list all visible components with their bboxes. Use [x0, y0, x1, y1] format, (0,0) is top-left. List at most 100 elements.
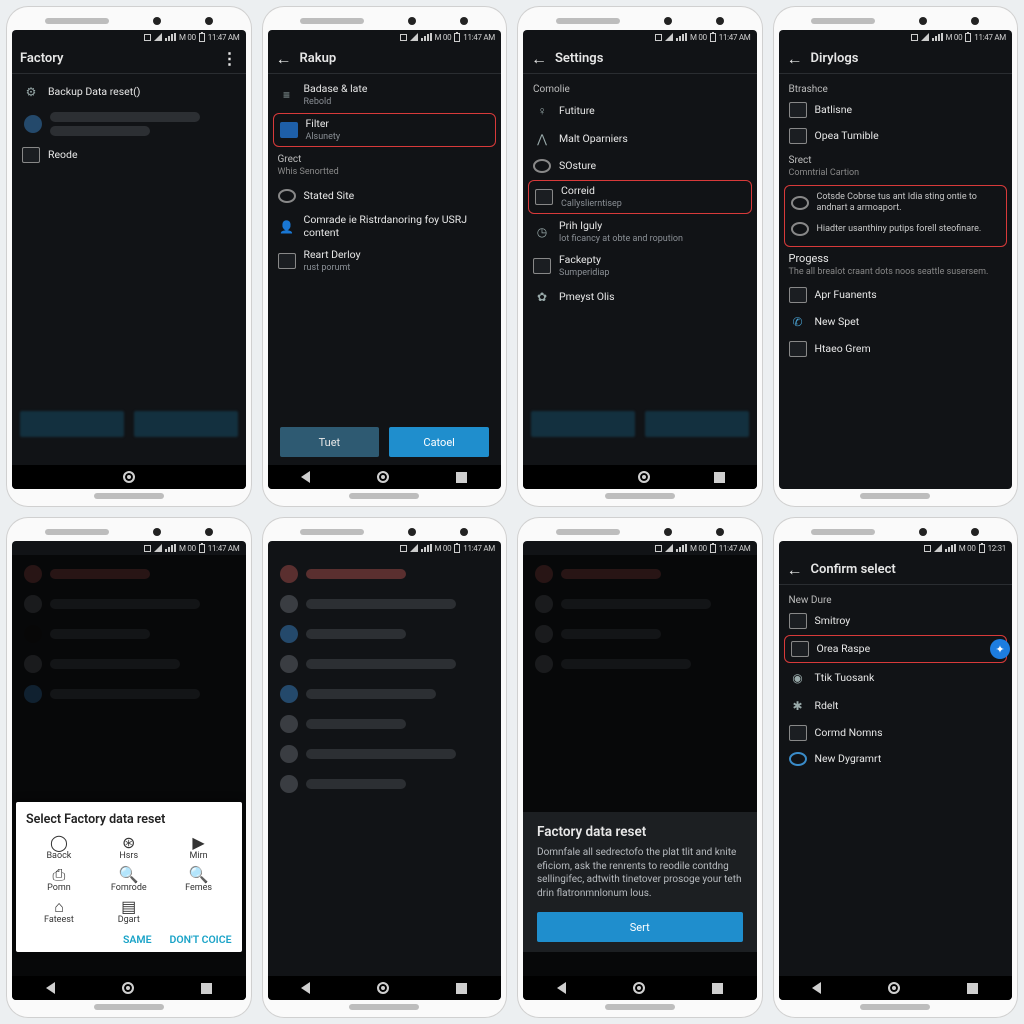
nav-home-icon[interactable]	[888, 982, 900, 994]
row-cormd-nomns[interactable]: Cormd Nomns	[779, 720, 1013, 746]
row-smitroy[interactable]: Smitroy	[779, 608, 1013, 634]
row-reode[interactable]: Reode	[12, 142, 246, 168]
row-ttik-tuosank[interactable]: ◉Ttik Tuosank	[779, 664, 1013, 692]
sheet-option-0[interactable]: ◯Baock	[26, 835, 92, 861]
doc-icon	[789, 128, 807, 144]
nav-recent-icon[interactable]	[456, 472, 467, 483]
nav-recent-icon[interactable]	[967, 983, 978, 994]
row-stated-site[interactable]: Stated Site	[268, 183, 502, 209]
nav-bar	[12, 465, 246, 489]
signal-icon	[154, 33, 162, 41]
star-icon: ✱	[789, 697, 807, 715]
nav-back-icon[interactable]	[557, 982, 566, 994]
row-malt-oparniers[interactable]: ⋀Malt Oparniers	[523, 125, 757, 153]
row-menu[interactable]: ≡ Badase & lateRebold	[268, 78, 502, 112]
phone-8: M 0012:31 ← Confirm select New Dure Smit…	[773, 517, 1019, 1018]
back-icon[interactable]: ←	[787, 51, 803, 67]
pin-icon: ◉	[789, 669, 807, 687]
section-grect: Grect	[268, 148, 502, 167]
nav-home-icon[interactable]	[123, 471, 135, 483]
radio-icon	[791, 222, 809, 236]
row-htaeo-grem[interactable]: Htaeo Grem	[779, 336, 1013, 362]
sheet-title: Factory data reset	[537, 824, 743, 840]
row-orea-raspe-highlight[interactable]: Orea Raspe ✦	[785, 636, 1007, 662]
row-rdelt[interactable]: ✱Rdelt	[779, 692, 1013, 720]
nav-recent-icon[interactable]	[201, 983, 212, 994]
row-futiture[interactable]: ♀Futiture	[523, 97, 757, 125]
app-icon	[280, 122, 298, 138]
back-icon[interactable]: ←	[787, 562, 803, 578]
row-fackepty[interactable]: FackeptySumperidiap	[523, 249, 757, 283]
sim-icon	[400, 34, 407, 41]
nav-recent-icon[interactable]	[456, 983, 467, 994]
row-batlisne[interactable]: Batlisne	[779, 97, 1013, 123]
back-icon[interactable]: ←	[531, 51, 547, 67]
sheet-option-icon: 🔍	[96, 867, 162, 883]
nav-home-icon[interactable]	[122, 982, 134, 994]
sheet-option-3[interactable]: ⎙Pomn	[26, 867, 92, 893]
progress-heading: Progess	[789, 252, 1003, 265]
sheet-option-label: Fateest	[26, 915, 92, 925]
sheet-option-7[interactable]: ▤Dgart	[96, 899, 162, 925]
row-correid-highlight[interactable]: CorreidCallyslierntisep	[529, 181, 751, 213]
nav-back-icon[interactable]	[301, 471, 310, 483]
nav-home-icon[interactable]	[638, 471, 650, 483]
sheet-action-same[interactable]: SAME	[123, 933, 152, 946]
row-comrade[interactable]: 👤 Comrade ie Ristrdanoring foy USRJ cont…	[268, 209, 502, 244]
nav-home-icon[interactable]	[377, 982, 389, 994]
back-icon[interactable]: ←	[276, 51, 292, 67]
sheet-option-4[interactable]: 🔍Fomrode	[96, 867, 162, 893]
row-new-dygramrt[interactable]: New Dygramrt	[779, 746, 1013, 772]
row-backup-data-reset[interactable]: ⚙ Backup Data reset()	[12, 78, 246, 106]
phone-4: M 0011:47 AM ← Dirylogs Btrashce Batlisn…	[773, 6, 1019, 507]
phone-7: M 0011:47 AM Factory data reset Domnfale…	[517, 517, 763, 1018]
radio-option-2[interactable]: Hiadter usanthiny putips forell steofina…	[791, 216, 1001, 242]
sheet-option-6[interactable]: ⌂Fateest	[26, 899, 92, 925]
nav-back-icon[interactable]	[301, 982, 310, 994]
pointer-badge-icon: ✦	[990, 639, 1010, 659]
status-bar: M 0011:47 AM	[523, 30, 757, 44]
radio-option-1[interactable]: Cotsde Cobrse tus ant Idia sting ontie t…	[791, 190, 1001, 216]
sheet-option-label: Fomrode	[96, 883, 162, 893]
dot-icon	[533, 159, 551, 173]
section-new-dure: New Dure	[779, 589, 1013, 608]
sheet-option-2[interactable]: ▶Mirn	[166, 835, 232, 861]
sert-button[interactable]: Sert	[537, 912, 743, 942]
sheet-option-label: Hsrs	[96, 851, 162, 861]
nav-recent-icon[interactable]	[714, 472, 725, 483]
sheet-option-label: Pomn	[26, 883, 92, 893]
nav-recent-icon[interactable]	[712, 983, 723, 994]
bottom-sheet: Select Factory data reset ◯Baock⊛Hsrs▶Mi…	[16, 802, 242, 952]
row-label: Backup Data reset()	[48, 85, 140, 98]
status-carrier: M 00	[179, 33, 196, 42]
row-sosture[interactable]: SOsture	[523, 153, 757, 179]
bulb-icon: ♀	[533, 102, 551, 120]
row-label: Reode	[48, 148, 78, 161]
page-title: Factory	[20, 51, 214, 66]
phone-5: M 0011:47 AM Select Factory data reset ◯…	[6, 517, 252, 1018]
nav-home-icon[interactable]	[633, 982, 645, 994]
row-new-spet[interactable]: ✆New Spet	[779, 308, 1013, 336]
row-apr-fuanents[interactable]: Apr Fuanents	[779, 282, 1013, 308]
row-filter-highlight[interactable]: FilterAlsunety	[274, 114, 496, 146]
sheet-option-1[interactable]: ⊛Hsrs	[96, 835, 162, 861]
row-prih-iguly[interactable]: ◷Prih Igulylot ficancy at obte and roput…	[523, 215, 757, 249]
image-icon	[789, 102, 807, 118]
sim-icon	[144, 34, 151, 41]
row-pmeyst-olis[interactable]: ✿Pmeyst Olis	[523, 283, 757, 311]
sheet-option-5[interactable]: 🔍Femes	[166, 867, 232, 893]
row-opea-tumible[interactable]: Opea Tumible	[779, 123, 1013, 149]
nav-home-icon[interactable]	[377, 471, 389, 483]
ghost-buttons	[531, 411, 749, 437]
row-reart-derloy[interactable]: Reart Derloyrust porumt	[268, 244, 502, 278]
cancel-button[interactable]: Catoel	[389, 427, 489, 457]
page-title: Settings	[555, 51, 749, 66]
tuet-button[interactable]: Tuet	[280, 427, 380, 457]
nav-back-icon[interactable]	[812, 982, 821, 994]
nav-back-icon[interactable]	[46, 982, 55, 994]
radio-group-highlight: Cotsde Cobrse tus ant Idia sting ontie t…	[785, 186, 1007, 246]
overflow-menu-icon[interactable]: ⋮	[222, 49, 238, 68]
phone-3: M 0011:47 AM ← Settings Comolie ♀Futitur…	[517, 6, 763, 507]
person-icon: ⋀	[533, 130, 551, 148]
sheet-action-dont[interactable]: DON'T COICE	[170, 933, 232, 946]
